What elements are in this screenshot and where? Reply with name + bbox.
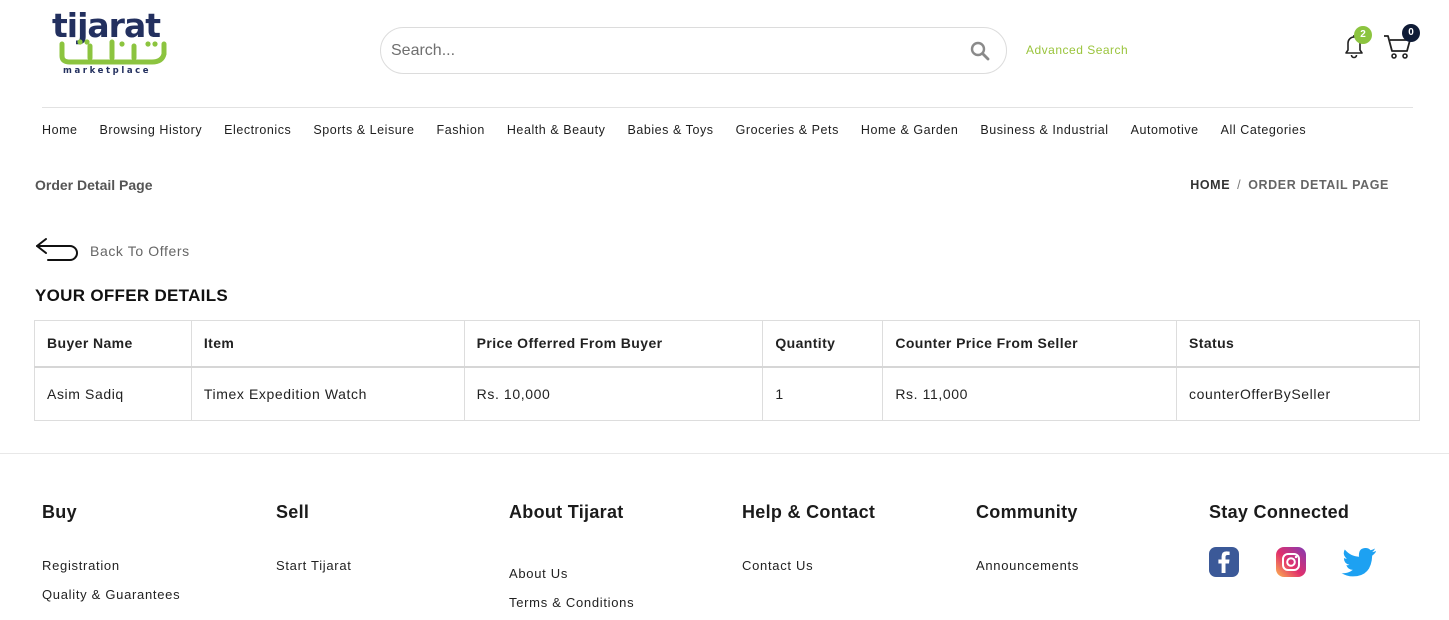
cell-buyer-name: Asim Sadiq [34, 366, 192, 421]
footer-divider [0, 453, 1449, 454]
advanced-search-link[interactable]: Advanced Search [1026, 43, 1128, 57]
footer-column-help: Help & Contact [742, 502, 875, 523]
table-row: Asim Sadiq Timex Expedition Watch Rs. 10… [34, 366, 1420, 421]
category-nav: Home Browsing History Electronics Sports… [42, 123, 1328, 137]
nav-item-health-beauty[interactable]: Health & Beauty [507, 123, 606, 137]
nav-item-business-industrial[interactable]: Business & Industrial [980, 123, 1108, 137]
cell-status: counterOfferBySeller [1176, 366, 1420, 421]
column-header-item: Item [190, 320, 465, 368]
back-to-offers-link[interactable]: Back To Offers [34, 236, 190, 266]
nav-item-automotive[interactable]: Automotive [1131, 123, 1199, 137]
search-bar [380, 27, 1007, 74]
cell-counter-price: Rs. 11,000 [882, 366, 1178, 421]
offer-details-table: Buyer Name Item Price Offerred From Buye… [34, 320, 1420, 421]
footer-column-sell: Sell [276, 502, 309, 523]
footer-heading-help: Help & Contact [742, 502, 876, 522]
footer-heading-about: About Tijarat [509, 502, 624, 522]
cell-quantity: 1 [762, 366, 884, 421]
column-header-status: Status [1176, 320, 1420, 368]
back-to-offers-label: Back To Offers [90, 243, 190, 259]
footer-link-announcements[interactable]: Announcements [976, 558, 1079, 573]
footer-link-registration[interactable]: Registration [42, 558, 120, 573]
footer-link-terms-conditions[interactable]: Terms & Conditions [509, 595, 634, 610]
page-title: Order Detail Page [35, 177, 153, 193]
back-arrow-icon [36, 238, 78, 261]
column-header-buyer-name: Buyer Name [34, 320, 192, 368]
nav-item-all-categories[interactable]: All Categories [1221, 123, 1307, 137]
logo-tagline: marketplace [63, 66, 152, 76]
breadcrumb-separator: / [1237, 178, 1242, 192]
facebook-icon[interactable] [1208, 546, 1240, 578]
footer-link-about-us[interactable]: About Us [509, 566, 568, 581]
footer-link-contact-us[interactable]: Contact Us [742, 558, 813, 573]
breadcrumb: HOME / ORDER DETAIL PAGE [1190, 178, 1389, 192]
twitter-icon[interactable] [1341, 545, 1377, 579]
nav-item-sports-leisure[interactable]: Sports & Leisure [313, 123, 414, 137]
search-icon[interactable] [970, 41, 990, 61]
footer-heading-sell: Sell [276, 502, 310, 522]
footer-heading-stay-connected: Stay Connected [1209, 502, 1350, 522]
footer-link-start-tijarat[interactable]: Start Tijarat [276, 558, 352, 573]
column-header-price-offered: Price Offerred From Buyer [463, 320, 764, 368]
cell-price-offered: Rs. 10,000 [463, 366, 764, 421]
column-header-quantity: Quantity [762, 320, 884, 368]
footer-column-stay-connected: Stay Connected [1209, 502, 1349, 523]
cell-item: Timex Expedition Watch [190, 366, 465, 421]
offer-details-heading: YOUR OFFER DETAILS [35, 286, 229, 305]
nav-item-home-garden[interactable]: Home & Garden [861, 123, 958, 137]
logo-arabic-wordmark [59, 39, 167, 65]
search-input[interactable] [391, 36, 951, 66]
instagram-icon[interactable] [1275, 546, 1307, 578]
footer-heading-buy: Buy [42, 502, 77, 522]
table-header-row: Buyer Name Item Price Offerred From Buye… [34, 320, 1420, 368]
notification-count-badge: 2 [1354, 26, 1372, 44]
breadcrumb-current: ORDER DETAIL PAGE [1248, 178, 1389, 192]
header-divider [42, 107, 1413, 108]
breadcrumb-home-link[interactable]: HOME [1190, 178, 1230, 192]
footer-column-community: Community [976, 502, 1078, 523]
footer-column-buy: Buy [42, 502, 77, 523]
nav-item-babies-toys[interactable]: Babies & Toys [627, 123, 713, 137]
footer-heading-community: Community [976, 502, 1078, 522]
nav-item-groceries-pets[interactable]: Groceries & Pets [736, 123, 839, 137]
nav-item-browsing-history[interactable]: Browsing History [100, 123, 203, 137]
cart-count-badge: 0 [1402, 24, 1420, 42]
nav-item-home[interactable]: Home [42, 123, 78, 137]
footer-column-about: About Tijarat [509, 502, 624, 523]
column-header-counter-price: Counter Price From Seller [882, 320, 1178, 368]
footer-link-quality-guarantees[interactable]: Quality & Guarantees [42, 587, 180, 602]
nav-item-fashion[interactable]: Fashion [437, 123, 485, 137]
nav-item-electronics[interactable]: Electronics [224, 123, 291, 137]
tijarat-logo[interactable]: tijarat marketplace [52, 8, 172, 78]
